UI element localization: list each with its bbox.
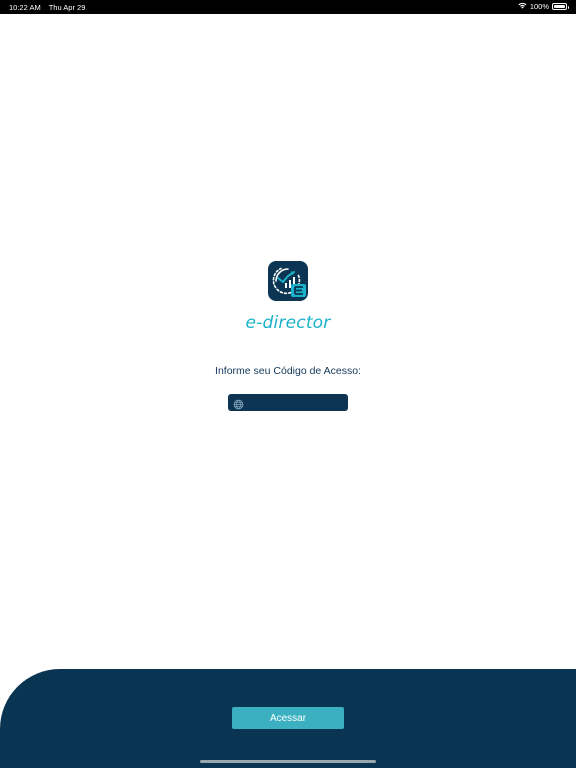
battery-percent: 100%	[529, 2, 549, 11]
status-date: Thu Apr 29	[48, 3, 86, 12]
status-right: 100%	[518, 2, 569, 11]
globe-icon	[233, 397, 244, 410]
home-indicator	[200, 760, 376, 763]
status-time: 10:22 AM	[9, 3, 41, 12]
battery-icon	[552, 3, 569, 10]
access-code-input[interactable]	[248, 394, 344, 411]
app-name: e-director	[245, 313, 331, 333]
status-left: 10:22 AM Thu Apr 29	[9, 3, 85, 12]
access-button[interactable]: Acessar	[232, 707, 344, 729]
e-director-logo-icon	[268, 261, 308, 301]
access-code-field[interactable]	[228, 394, 348, 411]
access-code-prompt: Informe seu Código de Acesso:	[215, 365, 361, 377]
wifi-icon	[518, 2, 527, 11]
battery-level	[554, 5, 565, 8]
status-bar: 10:22 AM Thu Apr 29 100%	[0, 0, 576, 14]
